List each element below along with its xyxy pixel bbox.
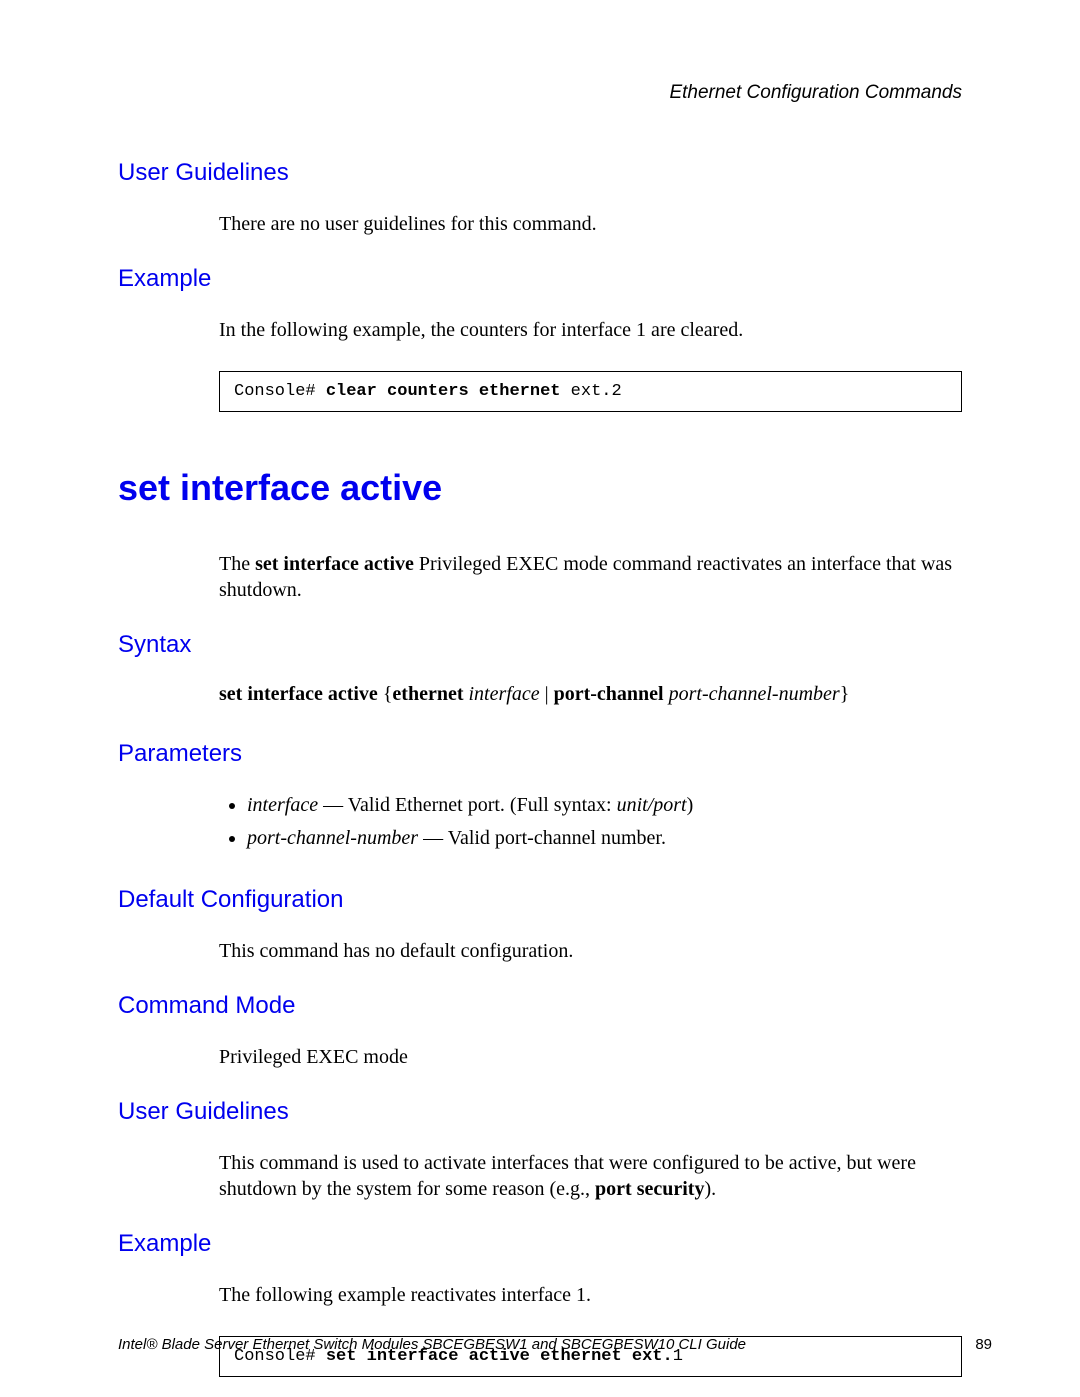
body-user-guidelines-1: There are no user guidelines for this co… [219, 211, 962, 237]
parameter-item: interface — Valid Ethernet port. (Full s… [247, 792, 962, 819]
code-example-1: Console# clear counters ethernet ext.2 [219, 371, 962, 412]
heading-user-guidelines-1: User Guidelines [118, 159, 962, 187]
syntax-brace-open: { [383, 683, 393, 705]
body-default-config: This command has no default configuratio… [219, 938, 962, 964]
syntax-line: set interface active {ethernet interface… [219, 683, 962, 706]
command-title: set interface active [118, 467, 962, 509]
heading-user-guidelines-2: User Guidelines [118, 1098, 962, 1126]
param-desc: Valid port-channel number. [448, 827, 666, 849]
syntax-portchannel: port-channel [554, 683, 669, 705]
code-argument: ext.2 [571, 382, 622, 401]
param-desc: Valid Ethernet port. (Full syntax: [348, 794, 617, 816]
body-command-mode: Privileged EXEC mode [219, 1044, 962, 1070]
chapter-header: Ethernet Configuration Commands [118, 82, 962, 104]
parameter-item: port-channel-number — Valid port-channel… [247, 825, 962, 852]
command-description: The set interface active Privileged EXEC… [219, 551, 962, 603]
syntax-pipe: | [540, 683, 554, 705]
heading-parameters: Parameters [118, 740, 962, 768]
body-example-1: In the following example, the counters f… [219, 317, 962, 343]
desc-pre: The [219, 553, 255, 575]
code-prompt: Console# [234, 382, 326, 401]
heading-default-config: Default Configuration [118, 886, 962, 914]
heading-syntax: Syntax [118, 631, 962, 659]
param-close: ) [687, 794, 694, 816]
param-dash: — [418, 827, 448, 849]
param-dash: — [318, 794, 348, 816]
ug2-pre: This command is used to activate interfa… [219, 1152, 916, 1200]
ug2-post: ). [704, 1178, 716, 1200]
code-command: clear counters ethernet [326, 382, 571, 401]
footer-title: Intel® Blade Server Ethernet Switch Modu… [118, 1336, 746, 1353]
heading-example-2: Example [118, 1230, 962, 1258]
syntax-ethernet: ethernet [392, 683, 468, 705]
heading-example-1: Example [118, 265, 962, 293]
syntax-brace-close: } [840, 683, 850, 705]
page-footer: Intel® Blade Server Ethernet Switch Modu… [118, 1336, 992, 1353]
param-term: port-channel-number [247, 827, 418, 849]
heading-command-mode: Command Mode [118, 992, 962, 1020]
param-term: interface [247, 794, 318, 816]
param-syntax: unit/port [617, 794, 687, 816]
footer-page-number: 89 [975, 1336, 992, 1353]
desc-bold: set interface active [255, 553, 414, 575]
body-user-guidelines-2: This command is used to activate interfa… [219, 1150, 962, 1202]
body-example-2: The following example reactivates interf… [219, 1282, 962, 1308]
ug2-bold: port security [595, 1178, 704, 1200]
syntax-interface: interface [469, 683, 540, 705]
parameter-list: interface — Valid Ethernet port. (Full s… [219, 792, 962, 852]
syntax-pcnum: port-channel-number [669, 683, 840, 705]
syntax-cmd: set interface active [219, 683, 383, 705]
